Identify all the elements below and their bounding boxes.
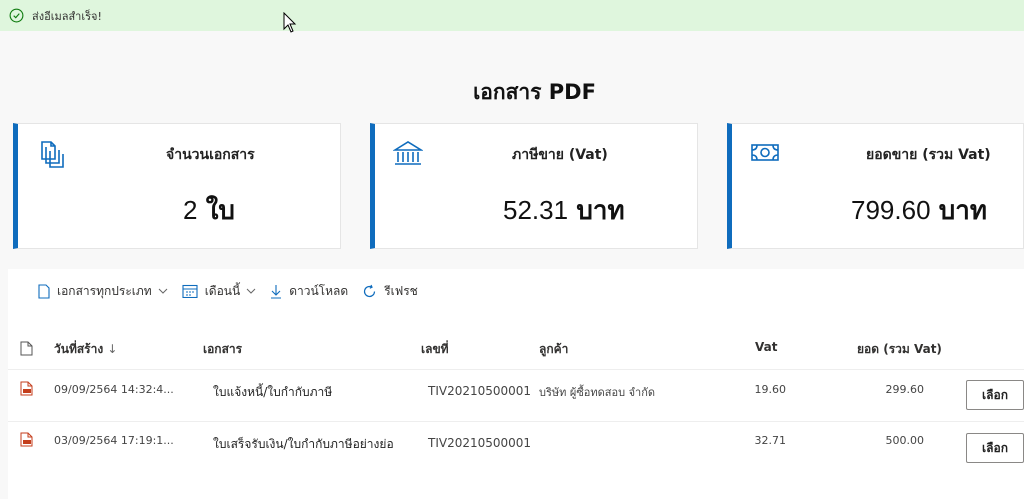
period-label: เดือนนี้ [204, 283, 241, 298]
card-label: ยอดขาย (รวม Vat) [866, 147, 991, 163]
card-total-sales: ยอดขาย (รวม Vat) 799.60 บาท [727, 123, 1024, 249]
total-cell: 299.60 [885, 383, 925, 396]
doc-type-filter[interactable]: เอกสารทุกประเภท [38, 282, 168, 301]
vat-cell: 19.60 [754, 383, 787, 396]
bank-icon [392, 138, 424, 168]
column-header-number[interactable]: เลขที่ [421, 340, 449, 359]
created-cell: 03/09/2564 17:19:1... [54, 434, 174, 447]
card-unit: บาท [576, 196, 625, 226]
customer-cell: บริษัท ผู้ซื้อทดสอบ จำกัด [539, 386, 656, 399]
card-value: 52.31 บาท [503, 190, 625, 231]
command-bar: เอกสารทุกประเภท เดือนนี้ ดาวน์โหลด รีเฟร… [38, 281, 432, 301]
column-header-total[interactable]: ยอด (รวม Vat) [857, 340, 942, 359]
success-banner: ส่งอีเมลสำเร็จ! [0, 0, 1024, 31]
download-icon [271, 284, 282, 299]
refresh-label: รีเฟรช [384, 283, 418, 298]
card-label: จำนวนเอกสาร [166, 147, 255, 163]
total-cell: 500.00 [885, 434, 925, 447]
mouse-cursor-icon [283, 11, 297, 34]
page-title: เอกสาร PDF [473, 80, 596, 104]
card-value: 799.60 บาท [851, 190, 987, 231]
card-number: 2 [183, 195, 198, 225]
download-label: ดาวน์โหลด [289, 283, 349, 298]
card-unit: บาท [938, 196, 988, 226]
document-cell: ใบแจ้งหนี้/ใบกำกับภาษี [213, 385, 333, 399]
select-button[interactable]: เลือก [966, 380, 1024, 410]
chevron-down-icon [246, 288, 256, 294]
doc-type-label: เอกสารทุกประเภท [57, 283, 152, 298]
download-button[interactable]: ดาวน์โหลด [270, 282, 348, 301]
chevron-down-icon [158, 288, 168, 294]
calendar-icon [182, 284, 198, 298]
pdf-file-icon [20, 432, 34, 447]
row-divider [8, 421, 1024, 422]
refresh-button[interactable]: รีเฟรช [362, 282, 418, 301]
pdf-file-icon [20, 381, 34, 396]
number-cell: TIV20210500001 [428, 436, 532, 450]
card-unit: ใบ [205, 196, 235, 226]
document-cell: ใบเสร็จรับเงิน/ใบกำกับภาษีอย่างย่อ [213, 437, 394, 451]
documents-icon [36, 138, 66, 168]
money-icon [750, 138, 780, 168]
card-document-count: จำนวนเอกสาร 2 ใบ [13, 123, 341, 249]
document-icon [38, 283, 50, 299]
card-value: 2 ใบ [183, 190, 235, 231]
number-cell: TIV20210500001 [428, 384, 532, 398]
column-header-vat[interactable]: Vat [755, 340, 777, 354]
card-number: 52.31 [503, 195, 569, 225]
period-filter[interactable]: เดือนนี้ [182, 282, 257, 301]
sort-arrow-icon: ↓ [107, 342, 118, 356]
card-sales-vat: ภาษีขาย (Vat) 52.31 บาท [370, 123, 698, 249]
select-button[interactable]: เลือก [966, 433, 1024, 463]
banner-message: ส่งอีเมลสำเร็จ! [32, 9, 102, 23]
card-number: 799.60 [851, 195, 931, 225]
column-header-created[interactable]: วันที่สร้าง ↓ [54, 340, 117, 359]
vat-cell: 32.71 [754, 434, 787, 447]
column-header-document[interactable]: เอกสาร [203, 340, 242, 359]
column-header-created-label: วันที่สร้าง [54, 342, 104, 356]
created-cell: 09/09/2564 14:32:4... [54, 383, 174, 396]
check-circle-icon [9, 8, 24, 23]
refresh-icon [364, 284, 376, 297]
row-divider [8, 369, 1024, 370]
card-label: ภาษีขาย (Vat) [512, 147, 608, 163]
file-type-header-icon [20, 341, 34, 356]
column-header-customer[interactable]: ลูกค้า [539, 340, 568, 359]
